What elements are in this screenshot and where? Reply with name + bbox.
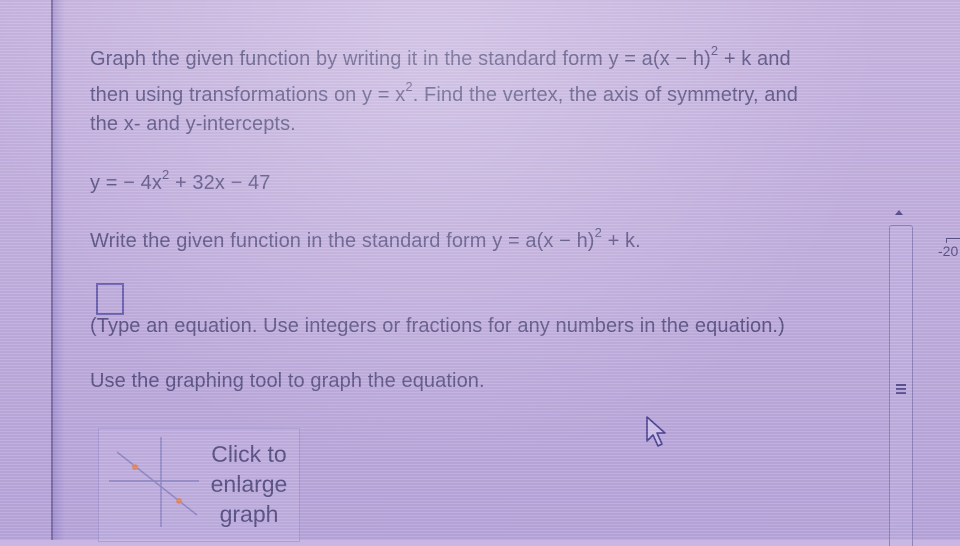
graph-line [116, 451, 198, 516]
standard-form-instruction: Write the given function in the standard… [90, 225, 641, 252]
question-line-3: the x- and y-intercepts. [90, 113, 296, 135]
side-graph-axis-label: -20 [938, 238, 960, 259]
enlarge-graph-label: Click to enlarge graph [210, 441, 288, 527]
enlarge-graph-button[interactable]: Click to enlarge graph [98, 428, 300, 542]
answer-hint: (Type an equation. Use integers or fract… [90, 315, 785, 337]
grip-lines-icon[interactable] [896, 384, 906, 396]
graph-point-2 [176, 498, 182, 504]
graph-thumbnail-icon [109, 437, 199, 527]
graph-prompt: Use the graphing tool to graph the equat… [90, 370, 485, 392]
question-line-2: then using transformations on y = x2. Fi… [90, 79, 798, 106]
graph-point-1 [132, 464, 138, 470]
given-function: y = − 4x2 + 32x − 47 [90, 167, 271, 194]
equation-answer-input[interactable] [96, 283, 124, 315]
vertical-scrollbar[interactable] [889, 225, 913, 546]
question-line-1: Graph the given function by writing it i… [90, 43, 791, 70]
scroll-up-arrow-icon[interactable] [895, 210, 903, 215]
window-left-shade [53, 0, 65, 540]
mouse-pointer-icon [646, 416, 666, 447]
